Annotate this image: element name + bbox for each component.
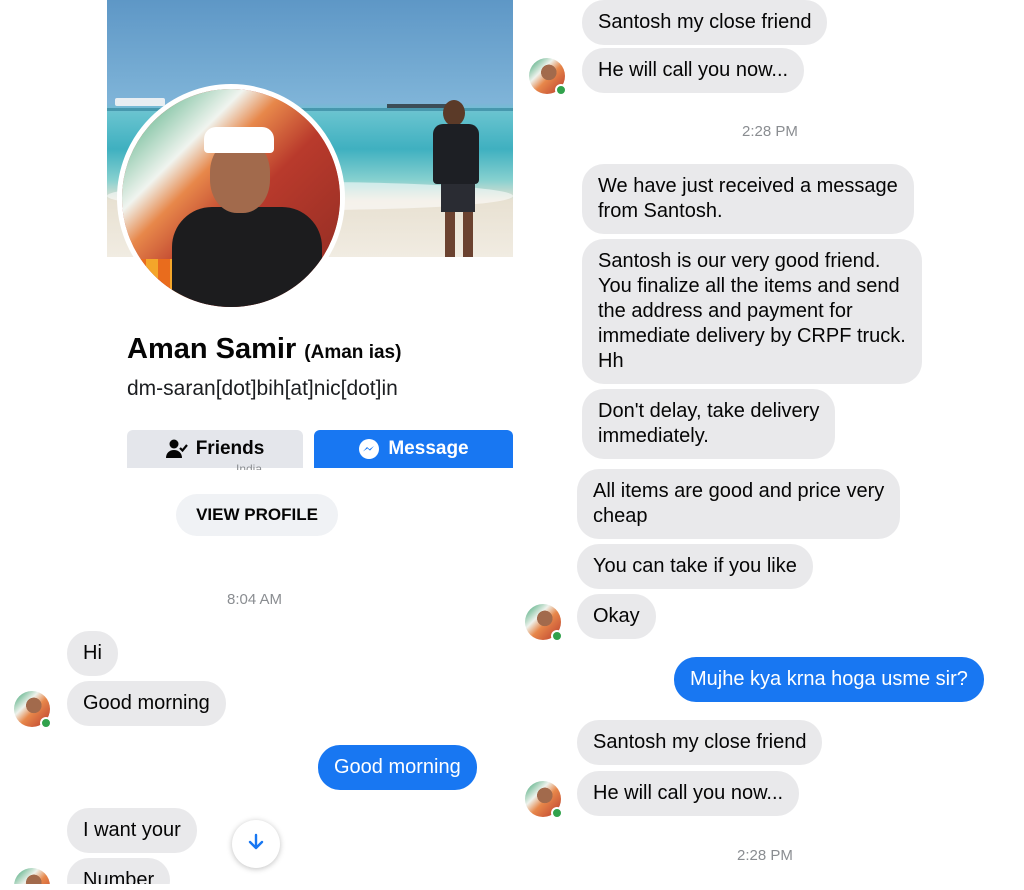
right-screenshot: Santosh my close friend He will call you… xyxy=(515,0,1024,890)
message-outgoing[interactable]: Good morning xyxy=(318,745,477,790)
message-button-label: Message xyxy=(388,438,469,459)
sender-avatar[interactable] xyxy=(529,58,567,96)
message-incoming[interactable]: Okay xyxy=(577,594,656,639)
messenger-icon xyxy=(358,438,380,460)
scroll-to-bottom-button[interactable] xyxy=(232,820,280,868)
timestamp: 2:28 PM xyxy=(742,123,798,140)
message-incoming[interactable]: Santosh my close friend xyxy=(582,0,828,45)
message-incoming[interactable]: Good morning xyxy=(67,681,226,726)
view-profile-button[interactable]: VIEW PROFILE xyxy=(176,494,338,536)
message-incoming[interactable]: He will call you now... xyxy=(582,48,805,93)
friends-icon xyxy=(165,439,188,459)
friends-button-label: Friends xyxy=(195,438,265,459)
message-incoming[interactable]: You can take if you like xyxy=(577,544,813,589)
message-incoming[interactable]: We have just received a message from San… xyxy=(582,164,914,234)
profile-name-text: Aman Samir xyxy=(127,333,297,365)
online-status-dot xyxy=(40,717,52,729)
sender-avatar[interactable] xyxy=(14,691,52,729)
friends-button[interactable]: Friends xyxy=(127,430,303,468)
online-status-dot xyxy=(551,630,563,642)
message-incoming[interactable]: Hi xyxy=(67,631,118,676)
left-screenshot: Aman Samir (Aman ias) dm-saran[dot]bih[a… xyxy=(0,0,515,890)
message-incoming[interactable]: All items are good and price very cheap xyxy=(577,469,901,539)
online-status-dot xyxy=(555,84,567,96)
profile-email: dm-saran[dot]bih[at]nic[dot]in xyxy=(127,377,398,400)
profile-location: India xyxy=(236,462,263,470)
cover-person xyxy=(433,100,489,257)
message-outgoing[interactable]: Mujhe kya krna hoga usme sir? xyxy=(674,657,984,702)
profile-avatar[interactable] xyxy=(117,84,345,312)
message-incoming[interactable]: Santosh is our very good friend. You fin… xyxy=(582,239,922,384)
message-incoming[interactable]: I want your xyxy=(67,808,197,853)
message-button[interactable]: Message xyxy=(314,430,513,468)
timestamp: 8:04 AM xyxy=(227,591,283,608)
bottom-edge xyxy=(0,884,515,890)
profile-nickname: (Aman ias) xyxy=(304,342,402,363)
message-incoming[interactable]: He will call you now... xyxy=(577,771,800,816)
profile-name: Aman Samir (Aman ias) xyxy=(127,333,401,366)
message-incoming[interactable]: Don't delay, take delivery immediately. xyxy=(582,389,836,459)
sender-avatar[interactable] xyxy=(525,604,563,642)
timestamp: 2:28 PM xyxy=(737,847,793,864)
sender-avatar[interactable] xyxy=(525,781,563,819)
arrow-down-icon xyxy=(246,832,266,857)
message-incoming[interactable]: Santosh my close friend xyxy=(577,720,823,765)
online-status-dot xyxy=(551,807,563,819)
